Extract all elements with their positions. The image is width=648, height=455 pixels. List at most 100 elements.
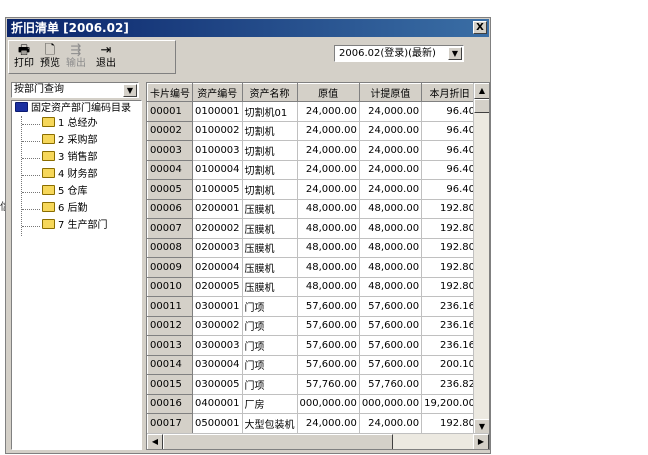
table-row[interactable]: 000090200004压膜机48,000.0048,000.00192.801… <box>147 257 489 278</box>
table-cell: 24,000.00 <box>359 101 423 122</box>
exit-button[interactable]: ⇥ 退出 <box>95 43 117 71</box>
export-button[interactable]: ⇶ 输出 <box>65 43 87 71</box>
folder-icon <box>42 202 55 212</box>
tree-item[interactable]: 7 生产部门 <box>42 219 108 233</box>
table-row[interactable]: 000070200002压膜机48,000.0048,000.00192.801… <box>147 218 489 239</box>
table-cell: 24,000.00 <box>297 413 360 434</box>
table-cell: 切割机 <box>242 179 298 200</box>
table-cell: 000,000.00 <box>359 394 423 414</box>
column-header[interactable]: 本月折旧 <box>421 83 478 102</box>
table-cell: 0400001 <box>192 394 243 414</box>
column-header[interactable]: 资产名称 <box>241 83 298 102</box>
table-cell: 236.16 <box>421 296 478 317</box>
table-cell: 24,000.00 <box>359 140 423 161</box>
tree-item[interactable]: 6 后勤 <box>42 202 88 216</box>
table-row[interactable]: 00001 0100001 切割机01 24,000.00 24,000.00 96.40… <box>147 101 489 122</box>
table-cell: 48,000.00 <box>297 199 360 219</box>
tree-item-label: 7 生产部门 <box>58 220 108 231</box>
table-cell: 19,200.00 <box>421 394 478 414</box>
table-cell: 96.40 <box>421 160 478 180</box>
table-cell: 57,600.00 <box>297 296 360 317</box>
card-number-cell: 00002 <box>147 120 193 141</box>
table-row[interactable]: 000050100005切割机24,000.0024,000.0096.406 <box>147 179 489 200</box>
table-row[interactable]: 000100200005压膜机48,000.0048,000.00192.801… <box>147 276 489 297</box>
table-cell: 24,000.00 <box>297 160 360 180</box>
card-number-cell: 00009 <box>147 257 193 278</box>
toolbar-label: 打印 <box>14 58 34 69</box>
card-number-cell: 00014 <box>147 354 193 375</box>
column-header[interactable]: 资产编号 <box>192 83 243 102</box>
card-number-cell: 00003 <box>147 140 193 161</box>
table-row[interactable]: 000080200003压膜机48,000.0048,000.00192.801… <box>147 237 489 258</box>
table-cell: 门项 <box>242 296 298 317</box>
card-number-cell: 00006 <box>147 198 193 219</box>
table-cell: 压膜机 <box>242 218 298 239</box>
table-row[interactable]: 000140300004门项57,600.0057,600.00200.1028 <box>147 354 489 375</box>
table-cell: 48,000.00 <box>297 218 360 239</box>
print-button[interactable]: 🖶 打印 <box>13 43 35 71</box>
table-row[interactable]: 000110300001门项57,600.0057,600.00236.1628 <box>147 296 489 317</box>
table-cell: 24,000.00 <box>359 160 423 180</box>
folder-icon <box>42 151 55 161</box>
vertical-scroll-thumb[interactable] <box>474 99 489 113</box>
card-number-cell: 00010 <box>147 276 193 297</box>
scroll-right-icon[interactable]: ▶ <box>473 434 489 449</box>
table-cell: 压膜机 <box>242 257 298 278</box>
table-row[interactable]: 000060200001压膜机48,000.0048,000.00192.801… <box>147 198 489 219</box>
column-header[interactable]: 计提原值 <box>358 83 423 102</box>
toolbar-label: 输出 <box>66 58 86 69</box>
table-cell: 压膜机 <box>242 277 298 297</box>
tree-item[interactable]: 2 采购部 <box>42 134 98 148</box>
dept-query-select[interactable]: 按部门查询 ▼ <box>11 82 139 98</box>
preview-button[interactable]: 🗋 预览 <box>39 43 61 71</box>
chevron-down-icon[interactable]: ▼ <box>448 47 462 60</box>
folder-icon <box>42 117 55 127</box>
table-row[interactable]: 000150300005门项57,760.0057,760.00236.8228 <box>147 374 489 395</box>
tree-item[interactable]: 4 财务部 <box>42 168 98 182</box>
table-cell: 57,760.00 <box>297 374 360 395</box>
close-button[interactable]: X <box>473 21 487 34</box>
card-number-cell: 00005 <box>147 179 193 200</box>
table-cell: 0300001 <box>192 296 243 317</box>
table-cell: 0100005 <box>192 179 243 200</box>
table-cell: 48,000.00 <box>297 238 360 258</box>
scroll-left-icon[interactable]: ◀ <box>147 434 163 449</box>
table-cell: 192.80 <box>421 277 478 297</box>
table-cell: 0100003 <box>192 140 243 161</box>
title-bar[interactable]: 折旧清单 [2006.02] X <box>7 19 489 37</box>
table-row[interactable]: 000030100003切割机24,000.0024,000.0096.406 <box>147 140 489 161</box>
table-cell: 0300004 <box>192 355 243 375</box>
table-cell: 57,600.00 <box>297 316 360 336</box>
exit-icon: ⇥ <box>100 43 112 58</box>
chevron-down-icon[interactable]: ▼ <box>123 84 137 97</box>
column-header[interactable]: 卡片编号 <box>147 83 193 102</box>
table-header-row: 卡片编号资产编号资产名称原值计提原值本月折旧累 <box>147 83 489 102</box>
horizontal-scroll-thumb[interactable] <box>163 434 393 449</box>
toolbar-label: 预览 <box>40 58 60 69</box>
table-row[interactable]: 000020100002切割机24,000.0024,000.0096.406 <box>147 120 489 141</box>
card-number-cell: 00012 <box>147 315 193 336</box>
tree-root[interactable]: 固定资产部门编码目录 <box>15 102 131 116</box>
tree-item[interactable]: 3 销售部 <box>42 151 98 165</box>
table-cell: 门项 <box>242 355 298 375</box>
tree-item-label: 4 财务部 <box>58 169 98 180</box>
table-cell: 96.40 <box>421 121 478 141</box>
table-row[interactable]: 000040100004切割机24,000.0024,000.0096.406 <box>147 159 489 180</box>
table-row[interactable]: 000130300003门项57,600.0057,600.00236.1628 <box>147 335 489 356</box>
column-header[interactable]: 原值 <box>296 83 360 102</box>
table-row[interactable]: 00016 0400001 厂房 000,000.00 000,000.00 19,200… <box>147 393 489 414</box>
table-row[interactable]: 000120300002门项57,600.0057,600.00236.1628 <box>147 315 489 336</box>
scroll-up-icon[interactable]: ▲ <box>474 83 489 99</box>
tree-item[interactable]: 1 总经办 <box>42 117 98 131</box>
vertical-scrollbar[interactable]: ▲ ▼ <box>473 83 489 435</box>
table-cell: 24,000.00 <box>297 179 360 200</box>
horizontal-scrollbar[interactable]: ◀ ▶ <box>147 433 489 449</box>
tree-item[interactable]: 5 仓库 <box>42 185 88 199</box>
period-select[interactable]: 2006.02(登录)(最新) ▼ <box>334 45 464 62</box>
toolbar: 🖶 打印 🗋 预览 ⇶ 输出 ⇥ 退出 <box>8 40 176 74</box>
table-row[interactable]: 00017 0500001 大型包装机 24,000.00 24,000.00 192.8… <box>147 413 489 434</box>
table-cell: 0200004 <box>192 257 243 278</box>
table-cell: 24,000.00 <box>297 140 360 161</box>
period-select-value: 2006.02(登录)(最新) <box>339 48 436 59</box>
tree-connector <box>22 158 40 159</box>
